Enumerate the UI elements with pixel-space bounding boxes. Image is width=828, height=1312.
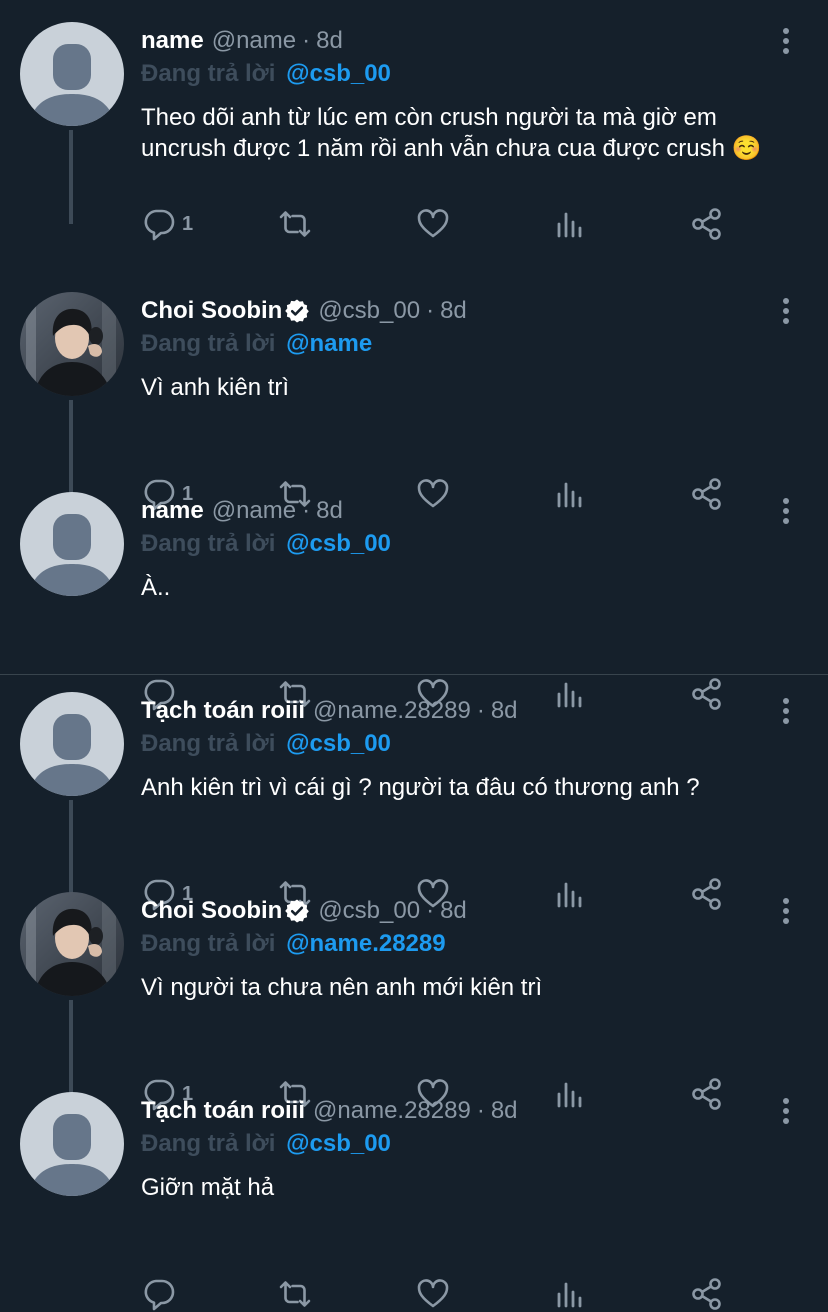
timestamp[interactable]: 8d xyxy=(316,27,343,55)
replying-to-label: Đang trả lời xyxy=(141,930,276,957)
replying-to-label: Đang trả lời xyxy=(141,60,276,87)
conversation-divider xyxy=(0,674,828,675)
like-button[interactable] xyxy=(416,206,450,242)
handle[interactable]: @csb_00 xyxy=(318,297,420,325)
more-options-icon[interactable] xyxy=(772,26,800,56)
separator-dot: · xyxy=(476,697,485,724)
default-avatar[interactable] xyxy=(20,492,124,596)
view-analytics-button[interactable] xyxy=(554,1276,586,1312)
default-avatar[interactable] xyxy=(20,1092,124,1196)
heart-icon xyxy=(416,207,450,241)
reply-button[interactable] xyxy=(142,1276,182,1312)
display-name[interactable]: Choi Soobin xyxy=(141,297,282,325)
replying-to: Đang trả lời @csb_00 xyxy=(141,730,391,758)
handle[interactable]: @name xyxy=(212,27,296,55)
retweet-icon xyxy=(276,207,314,241)
retweet-button[interactable] xyxy=(276,1276,314,1312)
profile-photo-avatar[interactable] xyxy=(20,892,124,996)
default-avatar[interactable] xyxy=(20,692,124,796)
retweet-button[interactable] xyxy=(276,206,314,242)
replying-to-mention[interactable]: @name.28289 xyxy=(286,930,446,957)
reply-count: 1 xyxy=(182,212,194,235)
tweet[interactable]: Choi Soobin @csb_00 · 8d Đang trả lời @n… xyxy=(0,870,828,1111)
tweet[interactable]: Tạch toán roiii @name.28289 · 8d Đang tr… xyxy=(0,670,828,911)
display-name[interactable]: name xyxy=(141,497,204,525)
more-options-icon[interactable] xyxy=(772,896,800,926)
thread-connector-line xyxy=(69,130,73,224)
handle[interactable]: @name.28289 xyxy=(313,1097,471,1125)
default-avatar[interactable] xyxy=(20,22,124,126)
replying-to-mention[interactable]: @csb_00 xyxy=(286,530,391,557)
verified-badge-icon xyxy=(284,298,310,324)
timestamp[interactable]: 8d xyxy=(440,297,467,325)
separator-dot: · xyxy=(426,297,435,324)
separator-dot: · xyxy=(476,1097,485,1124)
replying-to-mention[interactable]: @csb_00 xyxy=(286,1130,391,1157)
timestamp[interactable]: 8d xyxy=(491,1097,518,1125)
separator-dot: · xyxy=(426,897,435,924)
reply-button[interactable]: 1 xyxy=(142,206,193,242)
handle[interactable]: @name.28289 xyxy=(313,697,471,725)
replying-to: Đang trả lời @name xyxy=(141,330,372,358)
replying-to-mention[interactable]: @csb_00 xyxy=(286,730,391,757)
replying-to-mention[interactable]: @name xyxy=(286,330,372,357)
replying-to: Đang trả lời @csb_00 xyxy=(141,60,391,88)
analytics-icon xyxy=(554,1277,586,1311)
tweet-header: Choi Soobin @csb_00 · 8d xyxy=(141,296,467,326)
display-name[interactable]: name xyxy=(141,27,204,55)
tweet-header: Tạch toán roiii @name.28289 · 8d xyxy=(141,1096,518,1126)
tweet-text: Theo dõi anh từ lúc em còn crush người t… xyxy=(141,104,762,162)
share-button[interactable] xyxy=(690,1276,724,1312)
handle[interactable]: @name xyxy=(212,497,296,525)
separator-dot: · xyxy=(302,497,311,524)
tweet-text: Anh kiên trì vì cái gì ? người ta đâu có… xyxy=(141,774,700,801)
replying-to: Đang trả lời @csb_00 xyxy=(141,1130,391,1158)
timestamp[interactable]: 8d xyxy=(316,497,343,525)
replying-to-label: Đang trả lời xyxy=(141,730,276,757)
tweet-text: À.. xyxy=(141,574,171,601)
separator-dot: · xyxy=(302,27,311,54)
timestamp[interactable]: 8d xyxy=(440,897,467,925)
like-button[interactable] xyxy=(416,1276,450,1312)
share-button[interactable] xyxy=(690,206,724,242)
tweet-header: name @name · 8d xyxy=(141,26,343,56)
replying-to: Đang trả lời @name.28289 xyxy=(141,930,446,958)
tweet[interactable]: Tạch toán roiii @name.28289 · 8d Đang tr… xyxy=(0,1070,828,1311)
heart-icon xyxy=(416,1277,450,1311)
replying-to-label: Đang trả lời xyxy=(141,330,276,357)
handle[interactable]: @csb_00 xyxy=(318,897,420,925)
timestamp[interactable]: 8d xyxy=(491,697,518,725)
display-name[interactable]: Choi Soobin xyxy=(141,897,282,925)
share-icon xyxy=(690,207,724,241)
replying-to: Đang trả lời @csb_00 xyxy=(141,530,391,558)
tweet[interactable]: name @name · 8d Đang trả lời @csb_00 The… xyxy=(0,0,828,241)
reply-icon xyxy=(142,1277,176,1311)
more-options-icon[interactable] xyxy=(772,296,800,326)
verified-badge-icon xyxy=(284,898,310,924)
tweet-text: Vì người ta chưa nên anh mới kiên trì xyxy=(141,974,543,1001)
replying-to-label: Đang trả lời xyxy=(141,1130,276,1157)
reply-icon xyxy=(142,207,176,241)
profile-photo-avatar[interactable] xyxy=(20,292,124,396)
tweet-header: Choi Soobin @csb_00 · 8d xyxy=(141,896,467,926)
tweet-header: Tạch toán roiii @name.28289 · 8d xyxy=(141,696,518,726)
display-name[interactable]: Tạch toán roiii xyxy=(141,1097,305,1125)
view-analytics-button[interactable] xyxy=(554,206,586,242)
tweet[interactable]: Choi Soobin @csb_00 · 8d Đang trả lời @n… xyxy=(0,270,828,511)
share-icon xyxy=(690,1277,724,1311)
replying-to-label: Đang trả lời xyxy=(141,530,276,557)
display-name[interactable]: Tạch toán roiii xyxy=(141,697,305,725)
tweet-text: Giỡn mặt hả xyxy=(141,1174,275,1201)
analytics-icon xyxy=(554,207,586,241)
more-options-icon[interactable] xyxy=(772,696,800,726)
retweet-icon xyxy=(276,1277,314,1311)
tweet[interactable]: name @name · 8d Đang trả lời @csb_00 À.. xyxy=(0,470,828,711)
more-options-icon[interactable] xyxy=(772,1096,800,1126)
replying-to-mention[interactable]: @csb_00 xyxy=(286,60,391,87)
more-options-icon[interactable] xyxy=(772,496,800,526)
tweet-text: Vì anh kiên trì xyxy=(141,374,290,401)
tweet-header: name @name · 8d xyxy=(141,496,343,526)
